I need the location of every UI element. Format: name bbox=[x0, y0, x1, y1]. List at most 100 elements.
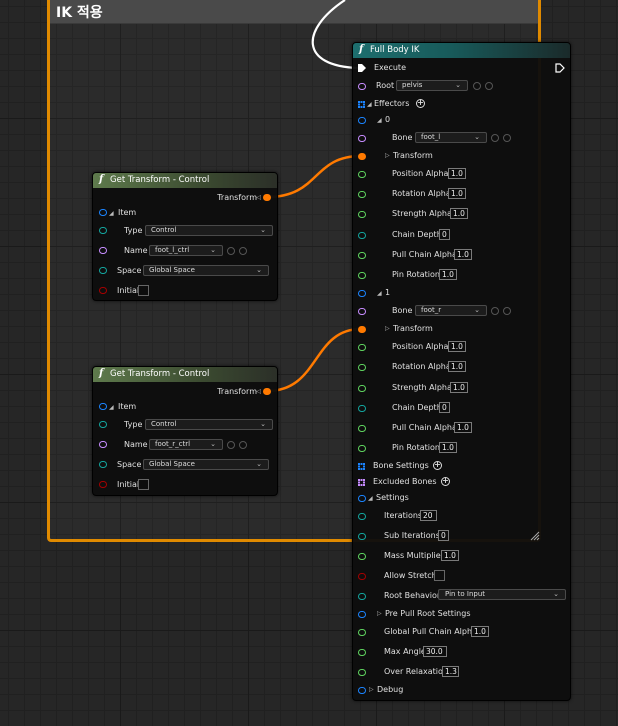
add-effector-icon[interactable]: + bbox=[416, 99, 425, 108]
float-pin[interactable] bbox=[358, 171, 366, 178]
type-pin[interactable] bbox=[99, 227, 107, 234]
root-behavior-dropdown[interactable]: Pin to Input ⌄ bbox=[438, 589, 566, 600]
get-transform-node-right[interactable]: f Get Transform - Control Transform ◁ ◢ … bbox=[92, 366, 278, 496]
int-pin[interactable] bbox=[358, 232, 366, 239]
enum-pin[interactable] bbox=[358, 593, 366, 600]
type-dropdown[interactable]: Control ⌄ bbox=[145, 419, 273, 430]
add-excluded-bone-icon[interactable]: + bbox=[441, 477, 450, 486]
add-bone-setting-icon[interactable]: + bbox=[433, 461, 442, 470]
use-selected-icon[interactable] bbox=[227, 247, 235, 255]
initial-checkbox[interactable] bbox=[138, 479, 149, 490]
execute-input-pin[interactable] bbox=[357, 63, 367, 73]
settings-pin[interactable] bbox=[358, 495, 366, 502]
bone-dropdown[interactable]: foot_r ⌄ bbox=[415, 305, 487, 316]
strength-alpha-input[interactable]: 1.0 bbox=[450, 382, 468, 393]
float-pin[interactable] bbox=[358, 553, 366, 560]
max-angle-input[interactable]: 30.0 bbox=[423, 646, 447, 657]
browse-icon[interactable] bbox=[485, 82, 493, 90]
browse-icon[interactable] bbox=[239, 441, 247, 449]
bone-pin[interactable] bbox=[358, 308, 366, 315]
collapse-triangle-icon[interactable]: ◢ bbox=[109, 210, 114, 217]
position-alpha-input[interactable]: 1.0 bbox=[448, 341, 466, 352]
transform-output-pin[interactable] bbox=[263, 388, 271, 395]
int-pin[interactable] bbox=[358, 533, 366, 540]
collapse-triangle-icon[interactable]: ◢ bbox=[109, 404, 114, 411]
over-relaxation-input[interactable]: 1.3 bbox=[442, 666, 459, 677]
rotation-alpha-input[interactable]: 1.0 bbox=[448, 361, 466, 372]
pin-rotation-input[interactable]: 1.0 bbox=[439, 442, 457, 453]
space-pin[interactable] bbox=[99, 461, 107, 468]
float-pin[interactable] bbox=[358, 425, 366, 432]
float-pin[interactable] bbox=[358, 211, 366, 218]
use-selected-icon[interactable] bbox=[491, 307, 499, 315]
collapse-triangle-icon[interactable]: ◢ bbox=[367, 101, 372, 108]
debug-pin[interactable] bbox=[358, 687, 366, 694]
struct-pin[interactable] bbox=[358, 611, 366, 618]
collapse-triangle-icon[interactable]: ◢ bbox=[377, 290, 382, 297]
effector-1-pin[interactable] bbox=[358, 290, 366, 297]
array-pin-icon[interactable] bbox=[358, 101, 365, 108]
float-pin[interactable] bbox=[358, 252, 366, 259]
use-selected-icon[interactable] bbox=[473, 82, 481, 90]
rotation-alpha-input[interactable]: 1.0 bbox=[448, 188, 466, 199]
resize-grip-icon[interactable] bbox=[530, 531, 540, 541]
strength-alpha-input[interactable]: 1.0 bbox=[450, 208, 468, 219]
transform-output-pin[interactable] bbox=[263, 194, 271, 201]
mass-multiplier-input[interactable]: 1.0 bbox=[441, 550, 459, 561]
get-transform-node-left[interactable]: f Get Transform - Control Transform ◁ ◢ … bbox=[92, 172, 278, 301]
float-pin[interactable] bbox=[358, 344, 366, 351]
space-dropdown[interactable]: Global Space ⌄ bbox=[143, 459, 269, 470]
use-selected-icon[interactable] bbox=[227, 441, 235, 449]
root-dropdown[interactable]: pelvis ⌄ bbox=[396, 80, 468, 91]
name-dropdown[interactable]: foot_r_ctrl ⌄ bbox=[149, 439, 223, 450]
float-pin[interactable] bbox=[358, 364, 366, 371]
space-pin[interactable] bbox=[99, 267, 107, 274]
float-pin[interactable] bbox=[358, 445, 366, 452]
expand-triangle-icon[interactable]: ◁ bbox=[256, 388, 261, 395]
expand-triangle-icon[interactable]: ▷ bbox=[385, 152, 390, 159]
use-selected-icon[interactable] bbox=[491, 134, 499, 142]
expand-triangle-icon[interactable]: ◁ bbox=[256, 194, 261, 201]
execute-output-pin[interactable] bbox=[555, 63, 565, 73]
effector-0-pin[interactable] bbox=[358, 117, 366, 124]
name-dropdown[interactable]: foot_l_ctrl ⌄ bbox=[149, 245, 223, 256]
float-pin[interactable] bbox=[358, 191, 366, 198]
pull-chain-alpha-input[interactable]: 1.0 bbox=[454, 249, 472, 260]
browse-icon[interactable] bbox=[503, 134, 511, 142]
name-pin[interactable] bbox=[99, 441, 107, 448]
item-pin[interactable] bbox=[99, 403, 107, 410]
array-pin-icon[interactable] bbox=[358, 463, 365, 470]
float-pin[interactable] bbox=[358, 629, 366, 636]
int-pin[interactable] bbox=[358, 405, 366, 412]
float-pin[interactable] bbox=[358, 669, 366, 676]
name-pin[interactable] bbox=[99, 247, 107, 254]
expand-triangle-icon[interactable]: ▷ bbox=[369, 686, 374, 693]
float-pin[interactable] bbox=[358, 272, 366, 279]
bone-pin[interactable] bbox=[358, 135, 366, 142]
int-pin[interactable] bbox=[358, 513, 366, 520]
bool-pin[interactable] bbox=[358, 573, 366, 580]
pull-chain-alpha-input[interactable]: 1.0 bbox=[454, 422, 472, 433]
browse-icon[interactable] bbox=[239, 247, 247, 255]
expand-triangle-icon[interactable]: ▷ bbox=[385, 325, 390, 332]
item-pin[interactable] bbox=[99, 209, 107, 216]
bone-dropdown[interactable]: foot_l ⌄ bbox=[415, 132, 487, 143]
initial-pin[interactable] bbox=[99, 287, 107, 294]
initial-pin[interactable] bbox=[99, 481, 107, 488]
type-dropdown[interactable]: Control ⌄ bbox=[145, 225, 273, 236]
pin-rotation-input[interactable]: 1.0 bbox=[439, 269, 457, 280]
float-pin[interactable] bbox=[358, 649, 366, 656]
effector-transform-pin[interactable] bbox=[358, 326, 366, 333]
space-dropdown[interactable]: Global Space ⌄ bbox=[143, 265, 269, 276]
global-pull-chain-alpha-input[interactable]: 1.0 bbox=[471, 626, 489, 637]
collapse-triangle-icon[interactable]: ◢ bbox=[377, 117, 382, 124]
sub-iterations-input[interactable]: 0 bbox=[438, 530, 449, 541]
root-pin[interactable] bbox=[358, 83, 366, 90]
float-pin[interactable] bbox=[358, 385, 366, 392]
chain-depth-input[interactable]: 0 bbox=[439, 229, 450, 240]
allow-stretch-checkbox[interactable] bbox=[434, 570, 445, 581]
collapse-triangle-icon[interactable]: ◢ bbox=[368, 495, 373, 502]
type-pin[interactable] bbox=[99, 421, 107, 428]
iterations-input[interactable]: 20 bbox=[420, 510, 437, 521]
position-alpha-input[interactable]: 1.0 bbox=[448, 168, 466, 179]
